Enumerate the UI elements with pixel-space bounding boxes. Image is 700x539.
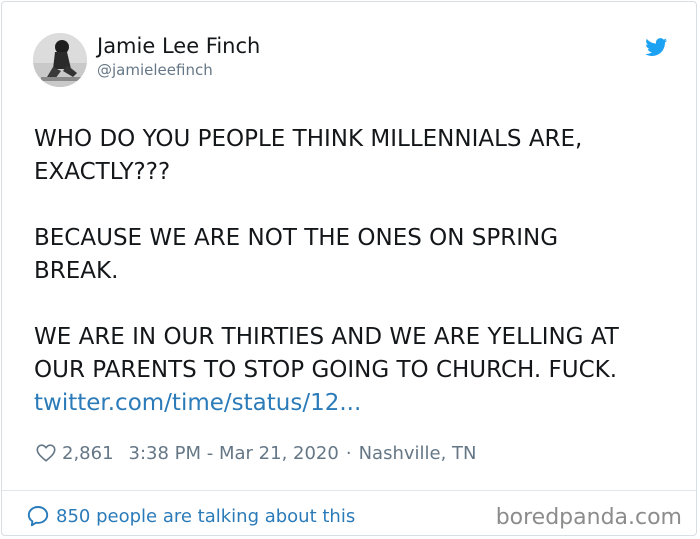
twitter-bird-icon[interactable]	[644, 36, 669, 58]
like-count[interactable]: 2,861	[62, 443, 114, 464]
author-handle[interactable]: @jamieleefinch	[97, 60, 213, 80]
tweet-line: WHO DO YOU PEOPLE THINK MILLENNIALS ARE,	[34, 126, 583, 152]
heart-icon[interactable]	[35, 442, 57, 464]
avatar[interactable]	[33, 33, 87, 87]
tweet-text: WHO DO YOU PEOPLE THINK MILLENNIALS ARE,…	[34, 123, 674, 420]
speech-bubble-icon	[27, 506, 49, 527]
talking-link[interactable]: 850 people are talking about this	[26, 503, 355, 529]
talking-label[interactable]: 850 people are talking about this	[56, 506, 355, 527]
tweet-line: BREAK.	[34, 258, 119, 284]
meta-separator: ·	[345, 442, 352, 464]
tweet-timestamp[interactable]: 3:38 PM - Mar 21, 2020	[129, 443, 339, 464]
tweet-card: Jamie Lee Finch @jamieleefinch WHO DO YO…	[1, 1, 697, 536]
watermark: boredpanda.com	[495, 505, 682, 530]
author-name[interactable]: Jamie Lee Finch	[97, 33, 260, 59]
tweet-line: WE ARE IN OUR THIRTIES AND WE ARE YELLIN…	[34, 324, 619, 350]
tweet-location[interactable]: Nashville, TN	[359, 443, 477, 464]
tweet-meta: 2,861 3:38 PM - Mar 21, 2020 · Nashville…	[35, 440, 477, 466]
tweet-line: BECAUSE WE ARE NOT THE ONES ON SPRING	[34, 225, 559, 251]
avatar-image	[33, 33, 87, 87]
divider	[2, 490, 696, 491]
tweet-line: EXACTLY???	[34, 159, 171, 185]
tweet-line: OUR PARENTS TO STOP GOING TO CHURCH. FUC…	[34, 357, 618, 383]
tweet-link[interactable]: twitter.com/time/status/12...	[34, 387, 674, 420]
